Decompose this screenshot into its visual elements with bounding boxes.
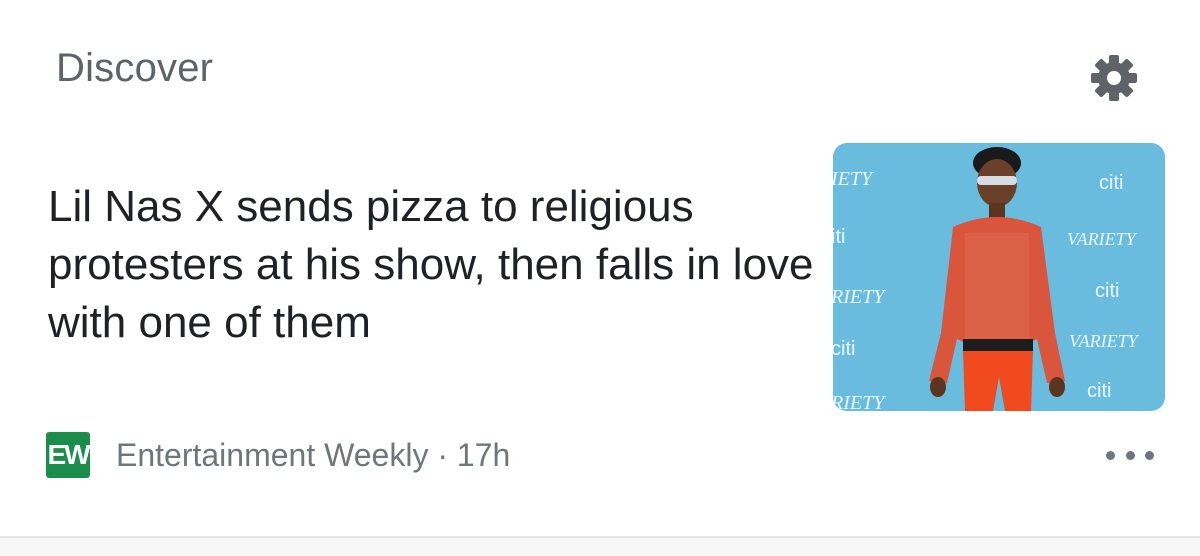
backdrop-text: RIETY — [833, 286, 886, 308]
dot — [1125, 450, 1135, 460]
gear-icon[interactable] — [1088, 52, 1140, 104]
more-horizontal-icon[interactable] — [1106, 440, 1154, 470]
page-title: Discover — [56, 46, 214, 90]
backdrop-text: VARIETY — [1067, 229, 1138, 249]
backdrop-text: citi — [1095, 280, 1119, 302]
article-thumbnail[interactable]: IETY iti RIETY citi RIETY citi VARIETY c… — [833, 143, 1165, 411]
dot — [1106, 450, 1115, 460]
backdrop-text: citi — [833, 338, 855, 360]
dot — [1145, 450, 1154, 460]
backdrop-text: VARIETY — [1069, 331, 1140, 351]
backdrop-text: RIETY — [833, 392, 886, 411]
article-headline[interactable]: Lil Nas X sends pizza to religious prote… — [48, 178, 818, 352]
backdrop-text: iti — [833, 226, 845, 248]
source-separator: · — [437, 436, 448, 473]
ew-logo: EW — [46, 432, 91, 478]
backdrop-text: IETY — [833, 168, 874, 190]
source-name: Entertainment Weekly — [116, 436, 429, 473]
source-meta: Entertainment Weekly · 17h — [116, 437, 510, 474]
backdrop-text: citi — [1087, 380, 1111, 402]
card-divider — [0, 536, 1200, 556]
backdrop-text: citi — [1099, 172, 1123, 194]
article-source[interactable]: EW Entertainment Weekly · 17h — [46, 432, 510, 478]
article-age: 17h — [456, 436, 511, 473]
